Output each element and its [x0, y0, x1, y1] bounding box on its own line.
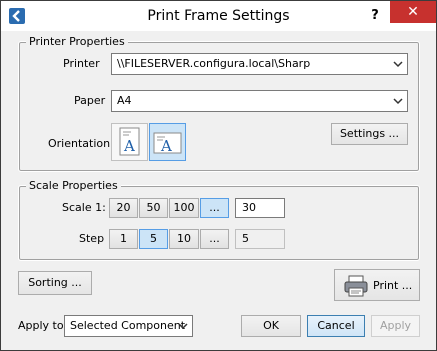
step-option-custom[interactable]: ...: [200, 229, 229, 249]
apply-to-select[interactable]: Selected Component: [64, 315, 193, 337]
help-button[interactable]: ?: [362, 1, 388, 31]
printer-select-value: \\FILESERVER.configura.local\Sharp: [117, 57, 311, 70]
scale-value-input[interactable]: 30: [235, 198, 285, 218]
apply-button: Apply: [371, 315, 420, 337]
step-value-input: 5: [235, 229, 285, 249]
printer-icon: [344, 275, 368, 297]
settings-button[interactable]: Settings ...: [331, 123, 408, 145]
landscape-page-icon: A: [153, 132, 182, 155]
step-option-10[interactable]: 10: [169, 229, 199, 249]
scale-label: Scale 1:: [62, 201, 106, 214]
sorting-button[interactable]: Sorting ...: [18, 271, 92, 295]
portrait-orientation-button[interactable]: A: [111, 123, 148, 161]
paper-select[interactable]: A4: [111, 90, 408, 112]
printer-label: Printer: [63, 57, 100, 70]
orientation-label: Orientation: [48, 137, 111, 150]
printer-select[interactable]: \\FILESERVER.configura.local\Sharp: [111, 53, 408, 75]
step-option-1[interactable]: 1: [109, 229, 138, 249]
scale-properties-title: Scale Properties: [26, 180, 121, 192]
print-button-label: Print ...: [373, 279, 413, 292]
cancel-button[interactable]: Cancel: [307, 315, 365, 337]
portrait-page-icon: A: [119, 127, 140, 156]
printer-properties-title: Printer Properties: [26, 36, 128, 48]
scale-option-50[interactable]: 50: [139, 198, 168, 218]
paper-select-value: A4: [117, 94, 132, 107]
chevron-down-icon: [393, 98, 403, 105]
scale-option-20[interactable]: 20: [109, 198, 138, 218]
paper-label: Paper: [74, 94, 106, 107]
dialog-window: Print Frame Settings ? ✕ Printer Propert…: [0, 0, 437, 351]
close-button[interactable]: ✕: [390, 1, 436, 23]
landscape-orientation-button[interactable]: A: [149, 123, 186, 161]
apply-to-select-value: Selected Component: [70, 319, 186, 332]
chevron-down-icon: [178, 323, 188, 330]
step-option-5[interactable]: 5: [139, 229, 168, 249]
svg-text:A: A: [160, 137, 172, 155]
scale-option-custom[interactable]: ...: [200, 198, 229, 218]
scale-properties-group: [18, 185, 420, 261]
title-bar: Print Frame Settings ? ✕: [1, 1, 436, 31]
step-label: Step: [79, 232, 105, 245]
apply-to-label: Apply to: [18, 319, 64, 332]
ok-button[interactable]: OK: [241, 315, 301, 337]
print-button[interactable]: Print ...: [334, 269, 420, 301]
scale-option-100[interactable]: 100: [169, 198, 199, 218]
svg-text:A: A: [123, 137, 135, 155]
chevron-down-icon: [393, 61, 403, 68]
